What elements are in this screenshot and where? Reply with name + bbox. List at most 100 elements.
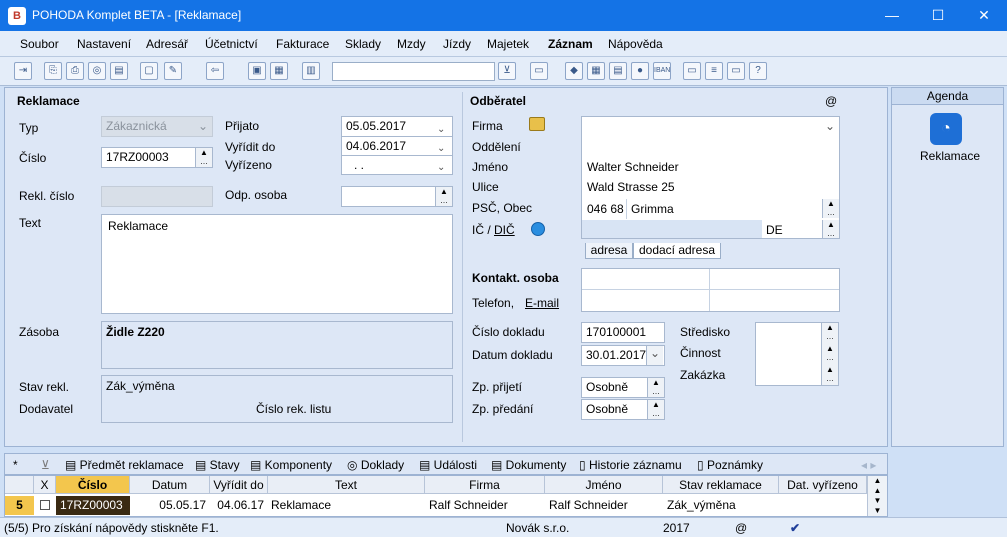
jmeno-value[interactable]: Walter Schneider: [587, 160, 679, 174]
table-header-vyridit[interactable]: Vyřídit do: [210, 476, 268, 494]
save-all-icon[interactable]: ▦: [270, 62, 288, 80]
tab-komponenty[interactable]: ▤ Komponenty: [250, 458, 332, 472]
zp-predani-spinner-icon[interactable]: ▲…: [647, 400, 664, 419]
internet-explorer-icon[interactable]: [531, 222, 545, 236]
cell-vyridit[interactable]: 04.06.17: [210, 496, 264, 515]
table-icon[interactable]: ▦: [587, 62, 605, 80]
menu-fakturace[interactable]: Fakturace: [276, 37, 329, 51]
calculator-icon[interactable]: ▤: [609, 62, 627, 80]
table-header-cislo[interactable]: Číslo: [56, 476, 130, 494]
filter-tab-icon[interactable]: ⊻: [41, 458, 50, 472]
filter-icon[interactable]: ⊻: [498, 62, 516, 80]
email-at-icon[interactable]: @: [825, 94, 837, 108]
menu-sklady[interactable]: Sklady: [345, 37, 381, 51]
exit-icon[interactable]: ⇥: [14, 62, 32, 80]
table-header-stav[interactable]: Stav reklamace: [663, 476, 779, 494]
country-spinner-icon[interactable]: ▲…: [822, 220, 839, 238]
table-row[interactable]: 5 17RZ00003 05.05.17 04.06.17 Reklamace …: [5, 495, 867, 516]
filter-combo[interactable]: [332, 62, 495, 81]
cinnost-spinner-icon[interactable]: ▲…: [821, 344, 838, 365]
tab-poznamky[interactable]: ▯ Poznámky: [697, 458, 763, 472]
cell-stav[interactable]: Zák_výměna: [667, 496, 777, 515]
iban-icon[interactable]: IBAN: [653, 62, 671, 80]
help-icon[interactable]: ?: [749, 62, 767, 80]
save-icon[interactable]: ▣: [248, 62, 266, 80]
email-field[interactable]: [710, 290, 839, 311]
ulice-value[interactable]: Wald Strasse 25: [587, 180, 675, 194]
eraser-icon[interactable]: ◆: [565, 62, 583, 80]
menu-mzdy[interactable]: Mzdy: [397, 37, 426, 51]
tab-dokumenty[interactable]: ▤ Dokumenty: [491, 458, 566, 472]
menu-jizdy[interactable]: Jízdy: [443, 37, 471, 51]
table-header-datum[interactable]: Datum: [130, 476, 210, 494]
menu-majetek[interactable]: Majetek: [487, 37, 529, 51]
telefon-field[interactable]: [582, 290, 710, 311]
new-record-icon[interactable]: ▢: [140, 62, 158, 80]
agenda-item-reklamace[interactable]: Reklamace: [920, 149, 980, 163]
menu-ucetnictvi[interactable]: Účetnictví: [205, 37, 258, 51]
kontakt-osoba-field[interactable]: [582, 269, 710, 290]
minimize-button[interactable]: —: [869, 0, 915, 31]
folder-icon[interactable]: ▭: [530, 62, 548, 80]
tab-predmet-reklamace[interactable]: ▤ Předmět reklamace: [65, 458, 184, 472]
print-icon[interactable]: ⎙: [66, 62, 84, 80]
rekl-cislo-field[interactable]: [101, 186, 213, 207]
close-button[interactable]: ✕: [961, 0, 1007, 31]
tab-scroll-arrows-icon[interactable]: ◂ ▸: [861, 458, 876, 472]
obec-spinner-icon[interactable]: ▲…: [822, 199, 839, 218]
obec-value[interactable]: Grimma: [631, 202, 674, 216]
menu-napoveda[interactable]: Nápověda: [608, 37, 663, 51]
zasoba-box[interactable]: Židle Z220: [101, 321, 453, 369]
date-dropdown-chevron-icons[interactable]: ⌄ ⌄ ⌄: [437, 120, 445, 177]
typ-select[interactable]: Zákaznická ⌄: [101, 116, 213, 137]
table-header-firma[interactable]: Firma: [425, 476, 545, 494]
dic-link[interactable]: DIČ: [494, 223, 515, 237]
email-link[interactable]: E-mail: [525, 296, 559, 310]
odp-osoba-spinner-icon[interactable]: ▲…: [435, 187, 452, 206]
table-header-x[interactable]: X: [34, 476, 56, 494]
table-header-jmeno[interactable]: Jméno: [545, 476, 663, 494]
table-header-vyrizeno[interactable]: Dat. vyřízeno: [779, 476, 867, 494]
ic-field[interactable]: [582, 220, 762, 238]
cell-vyrizeno[interactable]: [783, 496, 865, 515]
cell-cislo[interactable]: 17RZ00003: [56, 496, 130, 515]
status-at-icon[interactable]: @: [735, 521, 747, 535]
zp-prijeti-spinner-icon[interactable]: ▲…: [647, 378, 664, 397]
message-icon[interactable]: ▭: [683, 62, 701, 80]
cislo-dokladu-field[interactable]: 170100001: [581, 322, 665, 343]
cell-firma[interactable]: Ralf Schneider: [429, 496, 543, 515]
print-settings-icon[interactable]: ▤: [110, 62, 128, 80]
list-icon[interactable]: ≡: [705, 62, 723, 80]
coins-icon[interactable]: ●: [631, 62, 649, 80]
tab-star[interactable]: *: [13, 458, 18, 472]
copy-icon[interactable]: ⎘: [44, 62, 62, 80]
preview-icon[interactable]: ◎: [88, 62, 106, 80]
psc-value[interactable]: 046 68: [587, 202, 624, 216]
stredisko-cinnost-zakazka-box[interactable]: ▲… ▲… ▲…: [755, 322, 839, 386]
text-area[interactable]: Reklamace: [101, 214, 453, 314]
maximize-button[interactable]: ☐: [915, 0, 961, 31]
firma-select[interactable]: ⌄: [582, 117, 839, 138]
tab-historie-zaznamu[interactable]: ▯ Historie záznamu: [579, 458, 682, 472]
tab-dodaci-adresa[interactable]: dodací adresa: [633, 243, 721, 259]
menu-adresar[interactable]: Adresář: [146, 37, 188, 51]
stredisko-spinner-icon[interactable]: ▲…: [821, 323, 838, 344]
menu-soubor[interactable]: Soubor: [20, 37, 59, 51]
zakazka-spinner-icon[interactable]: ▲…: [821, 365, 838, 385]
note-icon[interactable]: ▭: [727, 62, 745, 80]
wizard-icon[interactable]: ✎: [164, 62, 182, 80]
back-arrow-icon[interactable]: ⇦: [206, 62, 224, 80]
cislo-spinner-icon[interactable]: ▲…: [195, 148, 212, 167]
row-checkbox[interactable]: [40, 500, 50, 510]
stav-dodavatel-box[interactable]: Zák_výměna Číslo rek. listu: [101, 375, 453, 423]
menu-zaznam[interactable]: Záznam: [548, 37, 593, 51]
date-dropdown-icon[interactable]: ⌄: [646, 346, 663, 365]
tab-adresa[interactable]: adresa: [585, 243, 633, 259]
cell-datum[interactable]: 05.05.17: [130, 496, 206, 515]
tab-udalosti[interactable]: ▤ Události: [419, 458, 477, 472]
table-scrollbar[interactable]: ▲ ▲ ▼ ▼: [867, 476, 887, 516]
cell-text[interactable]: Reklamace: [271, 496, 421, 515]
tab-doklady[interactable]: ◎ Doklady: [347, 458, 404, 472]
country-value[interactable]: DE: [766, 223, 783, 237]
cell-jmeno[interactable]: Ralf Schneider: [549, 496, 661, 515]
